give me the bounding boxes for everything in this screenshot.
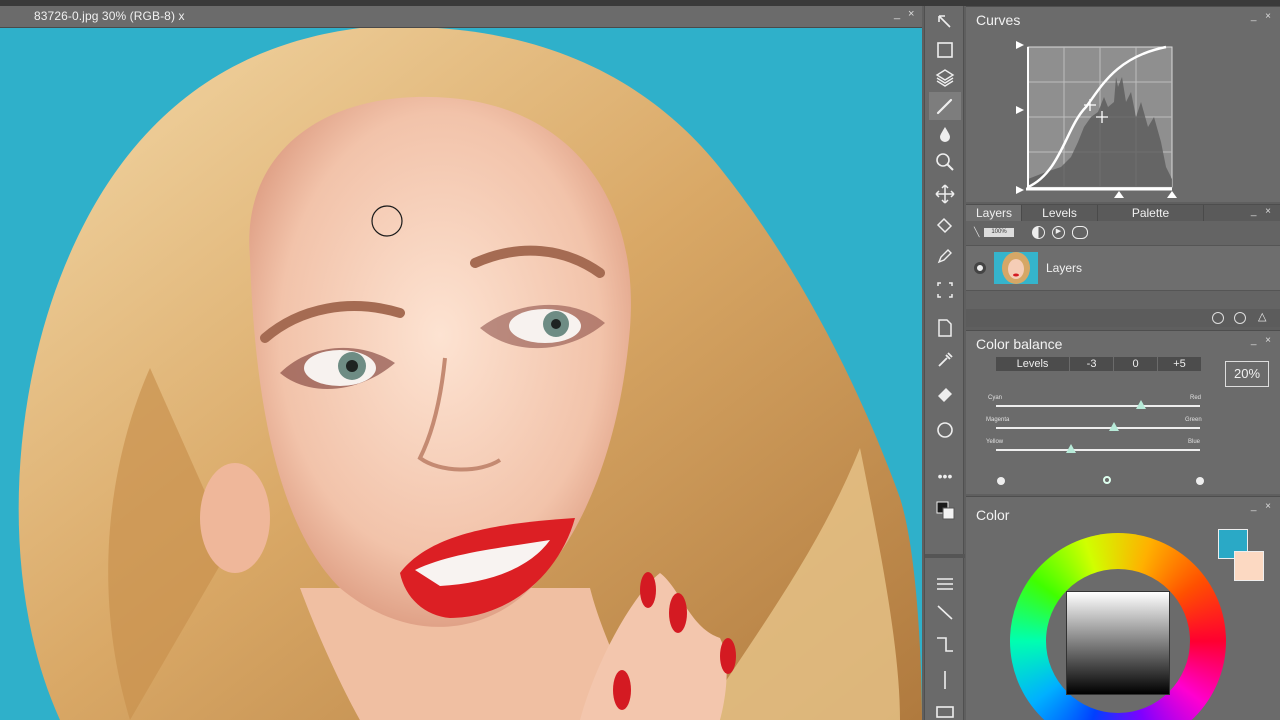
- page-icon[interactable]: [929, 314, 961, 342]
- image-canvas[interactable]: [0, 28, 922, 720]
- portrait-image: [0, 28, 922, 720]
- more-icon[interactable]: •••: [929, 462, 961, 490]
- pen-icon[interactable]: [929, 242, 961, 270]
- cyan-red-slider[interactable]: [996, 400, 1200, 409]
- eyedropper-icon[interactable]: [929, 346, 961, 374]
- eraser-icon[interactable]: [929, 380, 961, 408]
- yellow-blue-slider[interactable]: [996, 444, 1200, 453]
- slider-yellow-label: Yellow: [986, 439, 1004, 445]
- slider-magenta-label: Magenta: [986, 417, 1010, 423]
- levels-high-value[interactable]: +5: [1158, 357, 1203, 371]
- percent-field[interactable]: 20%: [1225, 361, 1269, 387]
- visibility-eye-icon[interactable]: [974, 262, 986, 274]
- slider-cyan-label: Cyan: [988, 395, 1003, 401]
- cbal-window-controls[interactable]: _ ×: [1251, 335, 1274, 346]
- layer-row[interactable]: Layers: [966, 245, 1280, 291]
- toolbar-divider: [925, 554, 965, 558]
- frame-icon[interactable]: [929, 698, 961, 720]
- close-tab-icon[interactable]: x: [178, 9, 184, 23]
- levels-shadow-value[interactable]: -3: [1070, 357, 1115, 371]
- cyan-red-thumb[interactable]: [1135, 400, 1146, 409]
- document-title[interactable]: 83726-0.jpg 30% (RGB-8) x: [34, 9, 185, 23]
- document-tab[interactable]: 83726-0.jpg 30% (RGB-8) x _ ×: [0, 6, 922, 28]
- highlights-radio[interactable]: [1196, 477, 1204, 485]
- app-window: 83726-0.jpg 30% (RGB-8) x _ × ••• Curves…: [0, 0, 1280, 720]
- color-balance-panel: Color balance _ × Levels -3 0 +5 20% Cya…: [966, 330, 1280, 494]
- fg-bg-swatch-icon[interactable]: [929, 496, 961, 524]
- fill-bucket-icon[interactable]: [929, 212, 961, 240]
- color-balance-title: Color balance: [976, 336, 1063, 352]
- layer-back-icon[interactable]: [1212, 312, 1224, 324]
- levels-label: Levels: [996, 357, 1071, 371]
- yellow-blue-thumb[interactable]: [1066, 444, 1077, 453]
- midtones-radio[interactable]: [1103, 476, 1111, 484]
- slider-blue-label: Blue: [1188, 439, 1201, 445]
- levels-mid-value[interactable]: 0: [1114, 357, 1159, 371]
- play-icon[interactable]: ▶: [1052, 226, 1065, 239]
- menu-lines-icon[interactable]: [929, 570, 961, 598]
- layers-stack-icon[interactable]: [929, 64, 961, 92]
- step-line-icon[interactable]: [929, 630, 961, 658]
- layer-forward-icon[interactable]: [1234, 312, 1246, 324]
- slider-green-label: Green: [1185, 417, 1202, 423]
- magenta-green-slider[interactable]: [996, 422, 1200, 431]
- layer-name: Layers: [1046, 261, 1083, 275]
- tab-levels[interactable]: Levels: [1022, 205, 1098, 221]
- line-icon[interactable]: [929, 598, 961, 626]
- color-title: Color: [976, 507, 1010, 523]
- triangle-icon[interactable]: △: [1258, 310, 1266, 323]
- layers-toolbar: ╲ 100% ▶: [966, 223, 1280, 243]
- crop-icon[interactable]: [929, 276, 961, 304]
- arrow-select-icon[interactable]: [929, 8, 961, 36]
- ellipse-icon[interactable]: [929, 416, 961, 444]
- drop-icon[interactable]: [929, 120, 961, 148]
- shadows-radio[interactable]: [997, 477, 1005, 485]
- magenta-green-thumb[interactable]: [1109, 422, 1120, 431]
- zoom-icon[interactable]: [929, 148, 961, 176]
- tabs-filler: _ ×: [1204, 205, 1280, 221]
- opacity-field[interactable]: 100%: [984, 228, 1014, 237]
- saturation-value-square[interactable]: [1066, 591, 1170, 695]
- levels-row: Levels -3 0 +5: [996, 357, 1203, 371]
- layers-footer: △: [966, 309, 1280, 327]
- tab-palette[interactable]: Palette: [1098, 205, 1204, 221]
- adjustment-icon[interactable]: [1032, 226, 1045, 239]
- move-icon[interactable]: [929, 180, 961, 208]
- layers-tabs: Layers Levels Palette _ ×: [966, 205, 1280, 221]
- link-icon[interactable]: [1072, 226, 1088, 239]
- minimize-icon[interactable]: _: [894, 8, 900, 20]
- layers-window-controls[interactable]: _ ×: [1251, 206, 1274, 217]
- curves-graph[interactable]: [966, 7, 1280, 203]
- background-color-swatch[interactable]: [1234, 551, 1264, 581]
- color-panel: Color _ ×: [966, 496, 1280, 720]
- color-window-controls[interactable]: _ ×: [1251, 501, 1274, 512]
- rectangle-select-icon[interactable]: [929, 36, 961, 64]
- brush-icon[interactable]: [929, 92, 961, 120]
- slider-red-label: Red: [1190, 395, 1202, 401]
- layer-thumbnail: [994, 252, 1038, 284]
- tools-toolbar: •••: [924, 6, 965, 720]
- layers-panel: Layers Levels Palette _ × ╲ 100% ▶ Layer…: [966, 204, 1280, 327]
- curves-panel: Curves _ ×: [966, 6, 1280, 202]
- brush-small-icon[interactable]: ╲: [974, 227, 979, 238]
- vertical-line-icon[interactable]: [929, 666, 961, 694]
- tab-layers[interactable]: Layers: [966, 205, 1022, 221]
- close-icon[interactable]: ×: [908, 8, 914, 20]
